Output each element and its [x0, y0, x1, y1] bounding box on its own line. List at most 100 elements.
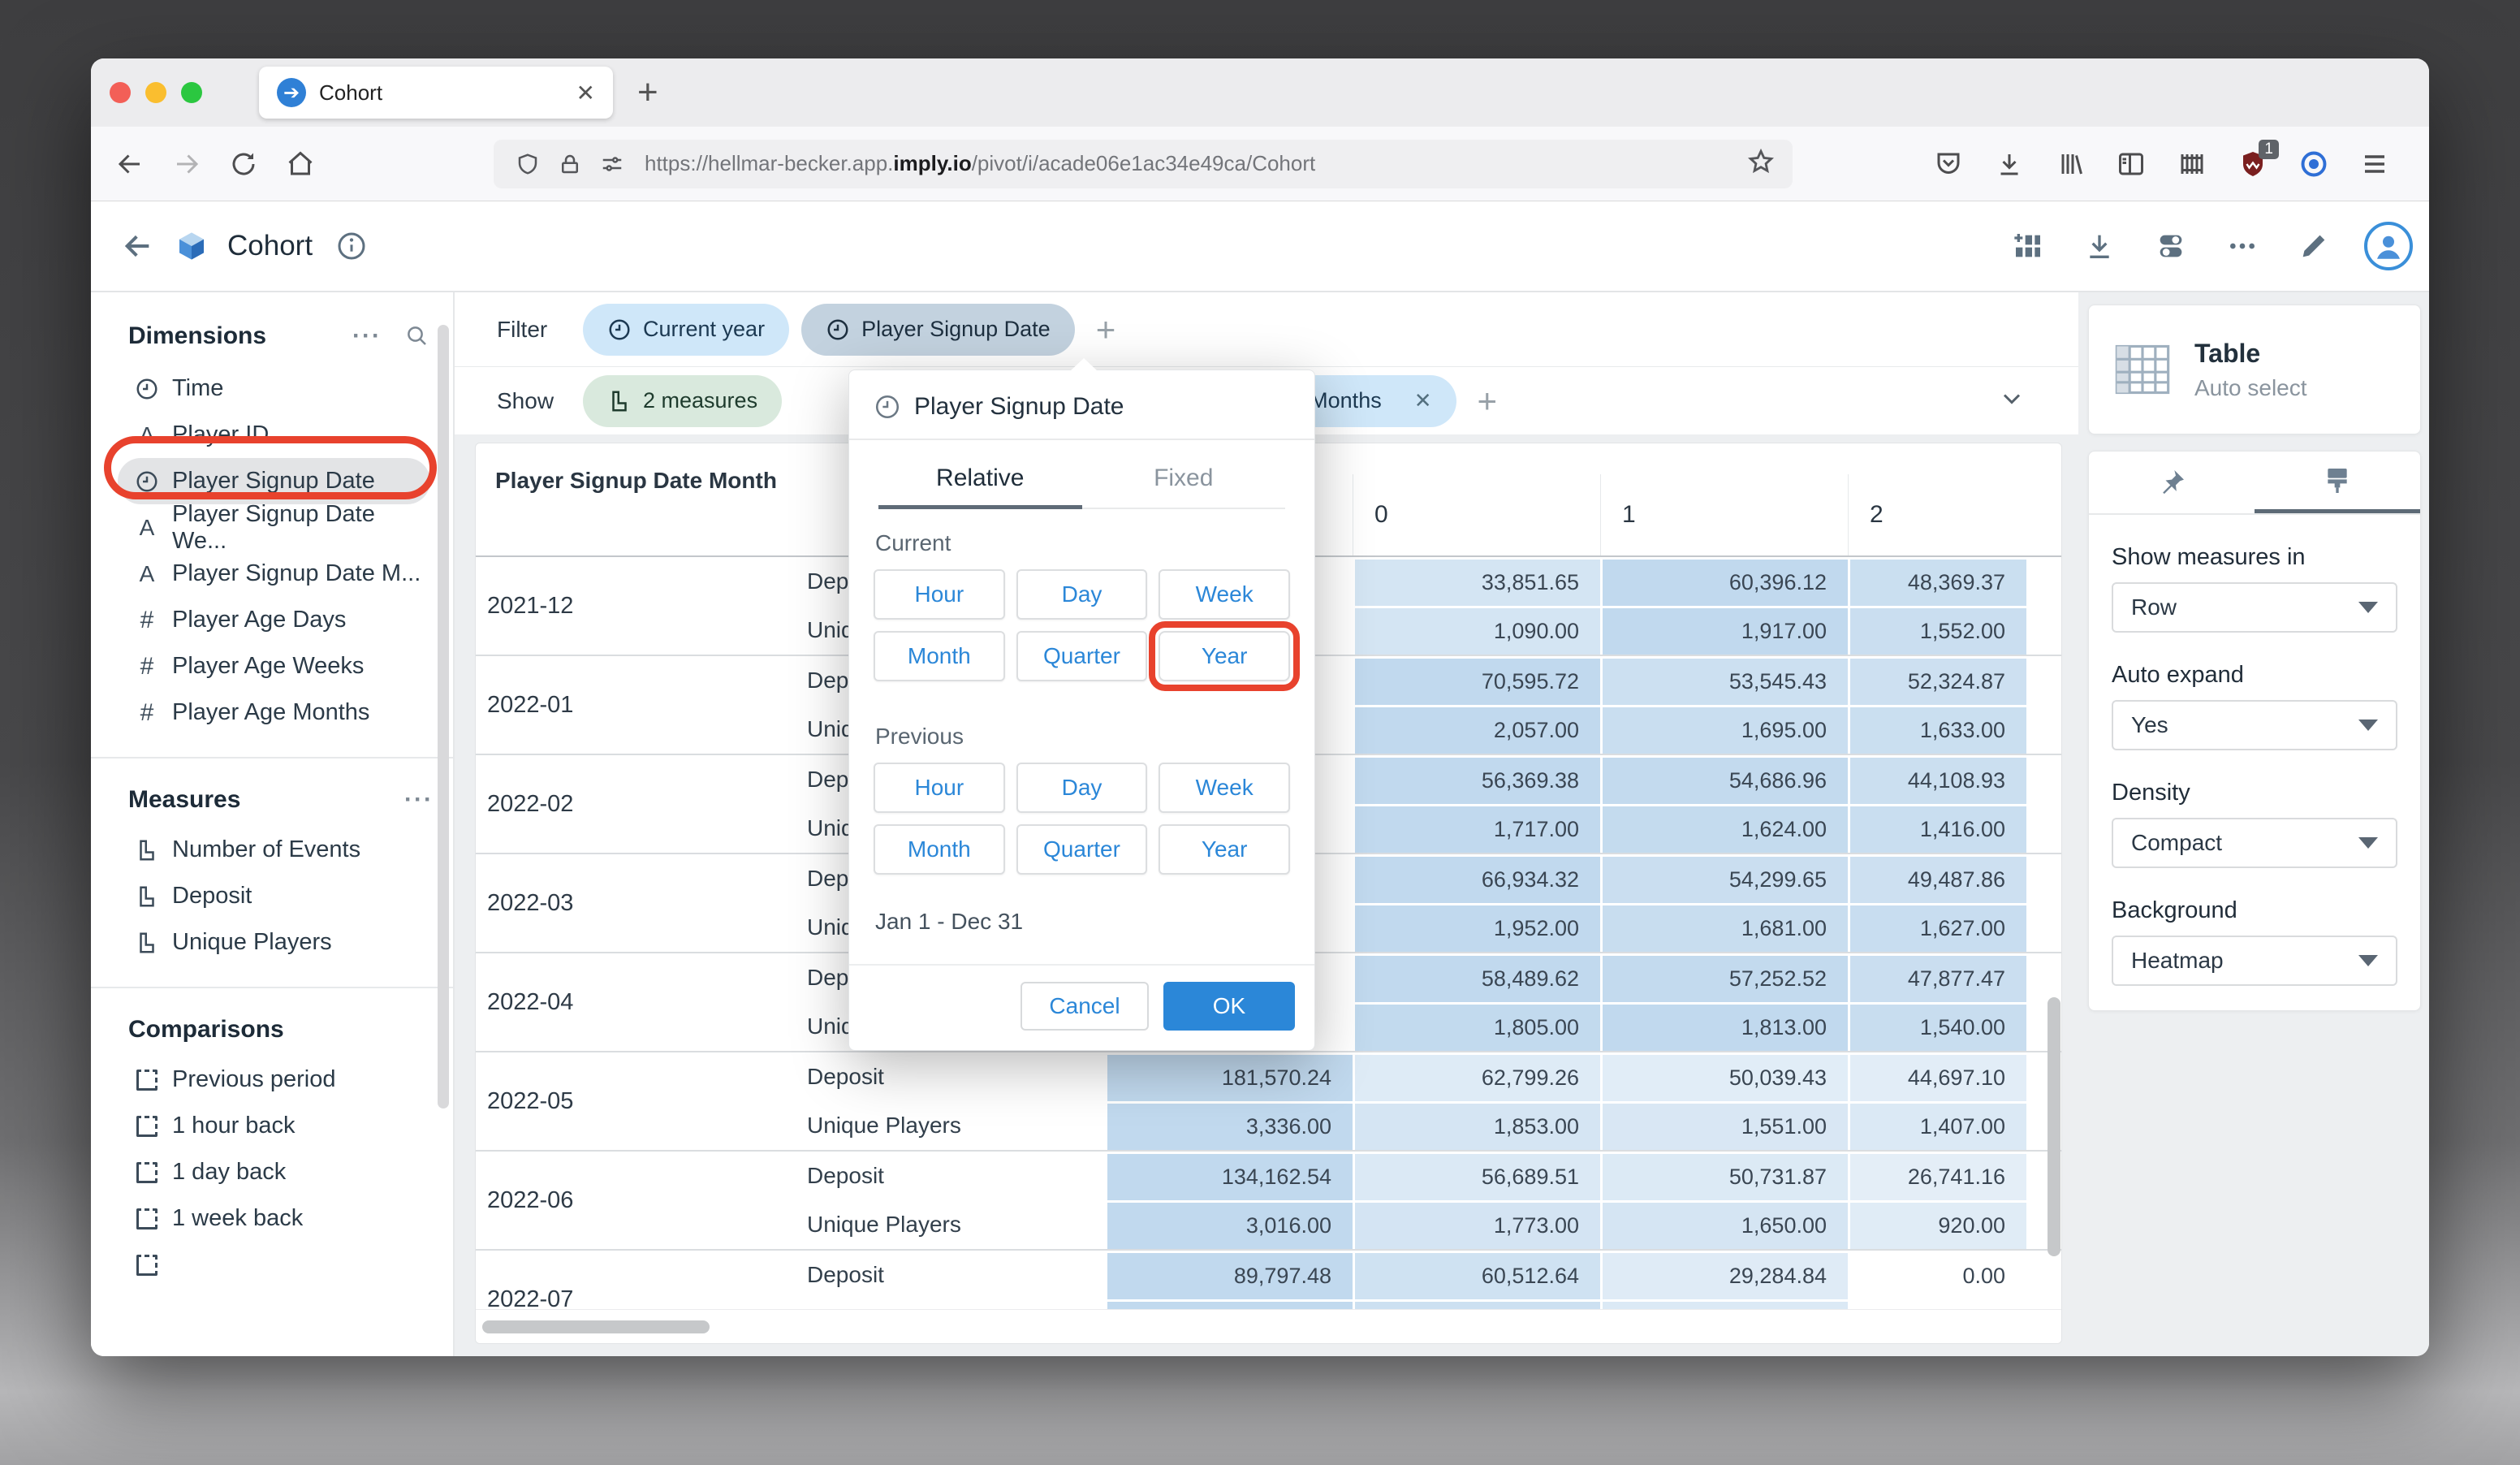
sidebar-item-partial[interactable]: [118, 1242, 430, 1288]
url-bar[interactable]: https://hellmar-becker.app.imply.io/pivo…: [494, 140, 1793, 188]
data-cell[interactable]: 56,689.51: [1353, 1152, 1600, 1200]
data-cell[interactable]: 1,695.00: [1600, 705, 1848, 754]
period-button-current-year[interactable]: Year: [1159, 631, 1290, 681]
data-cell[interactable]: 1,717.00: [1353, 804, 1600, 853]
data-cell[interactable]: 1,407.00: [1848, 1101, 2026, 1150]
data-cell[interactable]: 1,805.00: [1353, 1002, 1600, 1051]
sidebar-item-1-day-back[interactable]: 1 day back: [118, 1149, 430, 1195]
data-cell[interactable]: 60,396.12: [1600, 557, 1848, 606]
data-cell[interactable]: 54,686.96: [1600, 755, 1848, 804]
bookmark-star-icon[interactable]: [1747, 148, 1775, 179]
reload-icon[interactable]: [226, 146, 261, 182]
sidebar-item-player-id[interactable]: APlayer ID: [118, 412, 430, 458]
data-cell[interactable]: 89,797.48: [1105, 1251, 1353, 1299]
filter-pill-current-year[interactable]: Current year: [583, 304, 789, 356]
user-avatar[interactable]: [2364, 222, 2413, 270]
period-button-current-week[interactable]: Week: [1159, 569, 1290, 620]
data-cell[interactable]: 1,090.00: [1353, 606, 1600, 655]
sidebar-item-time[interactable]: Time: [118, 365, 430, 412]
month-cell[interactable]: 2022-03: [476, 854, 800, 952]
info-icon[interactable]: [330, 225, 373, 267]
forward-icon[interactable]: [169, 146, 205, 182]
sidebar-item-deposit[interactable]: Deposit: [118, 873, 430, 919]
data-cell[interactable]: 50,039.43: [1600, 1052, 1848, 1101]
period-button-previous-week[interactable]: Week: [1159, 763, 1290, 813]
data-cell[interactable]: 47,877.47: [1848, 953, 2026, 1002]
data-cell[interactable]: 44,108.93: [1848, 755, 2026, 804]
dropdown-show-measures-in[interactable]: Row: [2112, 582, 2397, 633]
tab-pinboard-pin-icon[interactable]: [2089, 452, 2255, 513]
add-chart-icon[interactable]: [2007, 225, 2049, 267]
data-cell[interactable]: 3,336.00: [1105, 1101, 1353, 1150]
toggles-icon[interactable]: [2150, 225, 2192, 267]
data-cell[interactable]: 56,369.38: [1353, 755, 1600, 804]
data-cell[interactable]: 0.00: [1848, 1251, 2026, 1299]
data-cell[interactable]: 1,551.00: [1600, 1101, 1848, 1150]
cancel-button[interactable]: Cancel: [1021, 982, 1149, 1031]
tab-relative[interactable]: Relative: [878, 455, 1082, 509]
data-cell[interactable]: 44,697.10: [1848, 1052, 2026, 1101]
month-cell[interactable]: 2021-12: [476, 557, 800, 655]
data-cell[interactable]: 1,773.00: [1353, 1200, 1600, 1249]
download-icon[interactable]: [2078, 225, 2121, 267]
sidebar-item-player-signup-date-we[interactable]: APlayer Signup Date We...: [118, 504, 430, 551]
sidebar-item-1-hour-back[interactable]: 1 hour back: [118, 1103, 430, 1149]
app-back-icon[interactable]: [117, 225, 159, 267]
data-cell[interactable]: 1,917.00: [1600, 606, 1848, 655]
period-button-previous-hour[interactable]: Hour: [874, 763, 1005, 813]
data-cell[interactable]: 2,057.00: [1353, 705, 1600, 754]
data-cell[interactable]: 1,853.00: [1353, 1101, 1600, 1150]
data-cell[interactable]: 49,487.86: [1848, 854, 2026, 903]
data-cell[interactable]: 58,489.62: [1353, 953, 1600, 1002]
download-icon[interactable]: [1991, 146, 2027, 182]
period-button-previous-year[interactable]: Year: [1159, 824, 1290, 875]
sidebar-item-number-of-events[interactable]: Number of Events: [118, 827, 430, 873]
data-cell[interactable]: 1,650.00: [1600, 1200, 1848, 1249]
dropdown-density[interactable]: Compact: [2112, 818, 2397, 868]
tab-close-icon[interactable]: ✕: [576, 80, 595, 106]
data-cell[interactable]: 29,284.84: [1600, 1251, 1848, 1299]
more-icon[interactable]: [2221, 225, 2263, 267]
permissions-icon[interactable]: [596, 148, 628, 180]
data-cell[interactable]: 1,633.00: [1848, 705, 2026, 754]
month-cell[interactable]: 2022-04: [476, 953, 800, 1051]
data-cell[interactable]: 1,952.00: [1353, 903, 1600, 952]
back-icon[interactable]: [112, 146, 148, 182]
more-options-icon[interactable]: ···: [404, 786, 434, 814]
data-cell[interactable]: 50,731.87: [1600, 1152, 1848, 1200]
collapse-bar-chevron-icon[interactable]: [1997, 384, 2026, 417]
period-button-current-month[interactable]: Month: [874, 631, 1005, 681]
column-header-1[interactable]: 1: [1600, 474, 1848, 555]
data-cell[interactable]: 3,016.00: [1105, 1200, 1353, 1249]
period-button-current-quarter[interactable]: Quarter: [1016, 631, 1148, 681]
more-options-icon[interactable]: ···: [352, 322, 382, 350]
minimize-window-button[interactable]: [145, 82, 166, 103]
data-cell[interactable]: 134,162.54: [1105, 1152, 1353, 1200]
onepassword-icon[interactable]: [2296, 146, 2332, 182]
column-header-0[interactable]: 0: [1353, 474, 1600, 555]
browser-tab-cohort[interactable]: ➔ Cohort ✕: [259, 67, 613, 119]
close-window-button[interactable]: [110, 82, 131, 103]
sidebar-item-player-age-weeks[interactable]: #Player Age Weeks: [118, 643, 430, 689]
month-cell[interactable]: 2022-02: [476, 755, 800, 853]
remove-pill-icon[interactable]: ✕: [1414, 388, 1432, 413]
visualization-card[interactable]: Table Auto select: [2088, 305, 2421, 434]
sidebar-item-player-age-days[interactable]: #Player Age Days: [118, 597, 430, 643]
dropdown-auto-expand[interactable]: Yes: [2112, 700, 2397, 750]
period-button-current-hour[interactable]: Hour: [874, 569, 1005, 620]
column-header-2[interactable]: 2: [1848, 474, 2026, 555]
new-tab-button[interactable]: +: [637, 72, 658, 113]
table-horizontal-scrollbar[interactable]: [482, 1320, 710, 1333]
period-button-current-day[interactable]: Day: [1016, 569, 1148, 620]
month-cell[interactable]: 2022-01: [476, 656, 800, 754]
lock-icon[interactable]: [554, 148, 586, 180]
data-cell[interactable]: 1,540.00: [1848, 1002, 2026, 1051]
tab-fixed[interactable]: Fixed: [1082, 455, 1286, 508]
data-cell[interactable]: 26,741.16: [1848, 1152, 2026, 1200]
data-cell[interactable]: 33,851.65: [1353, 557, 1600, 606]
data-cell[interactable]: 1,624.00: [1600, 804, 1848, 853]
library-icon[interactable]: [2052, 146, 2088, 182]
data-cell[interactable]: 48,369.37: [1848, 557, 2026, 606]
data-cell[interactable]: 1,416.00: [1848, 804, 2026, 853]
data-cell[interactable]: 70,595.72: [1353, 656, 1600, 705]
